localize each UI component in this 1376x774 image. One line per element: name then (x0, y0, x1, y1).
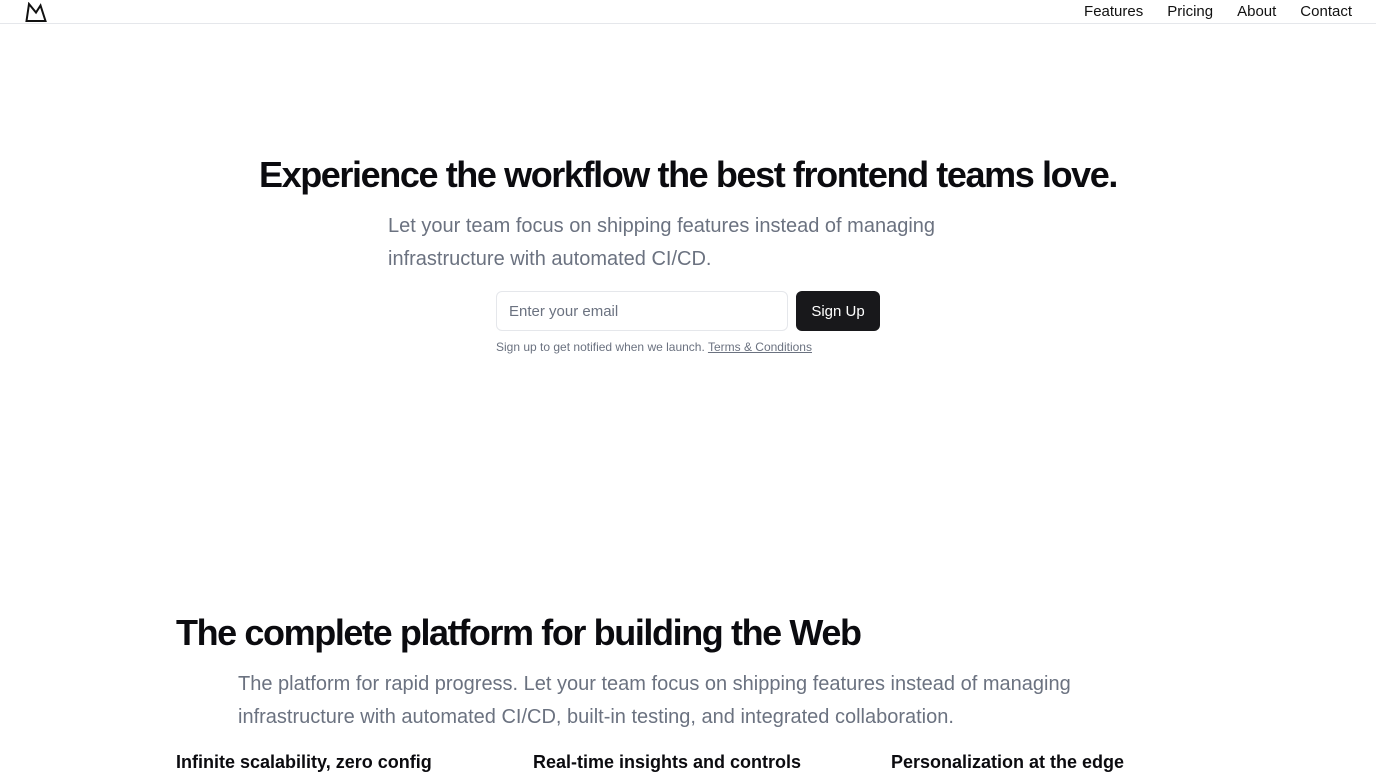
sign-up-button[interactable]: Sign Up (796, 291, 880, 331)
feature-title: Personalization at the edge (891, 752, 1125, 772)
terms-link[interactable]: Terms & Conditions (708, 340, 812, 354)
hero-title: Experience the workflow the best fronten… (258, 154, 1118, 195)
signup-form: Sign Up (496, 291, 880, 331)
nav-link-features[interactable]: Features (1084, 2, 1143, 22)
platform-title: The complete platform for building the W… (176, 612, 862, 653)
hero-subtitle: Let your team focus on shipping features… (388, 215, 936, 270)
nav-link-about[interactable]: About (1237, 2, 1276, 22)
signup-note-text: Sign up to get notified when we launch. (496, 340, 705, 354)
email-input[interactable] (496, 291, 788, 331)
nav-link-contact[interactable]: Contact (1300, 2, 1352, 22)
main-nav: Features Pricing About Contact (1084, 2, 1352, 22)
site-header: Features Pricing About Contact (0, 0, 1376, 24)
feature-title: Infinite scalability, zero config (176, 752, 432, 772)
platform-subtitle: The platform for rapid progress. Let you… (238, 673, 1071, 728)
feature-title: Real-time insights and controls (533, 752, 802, 772)
mountain-logo-icon[interactable] (25, 2, 47, 22)
signup-note: Sign up to get notified when we launch. … (496, 339, 812, 355)
nav-link-pricing[interactable]: Pricing (1167, 2, 1213, 22)
